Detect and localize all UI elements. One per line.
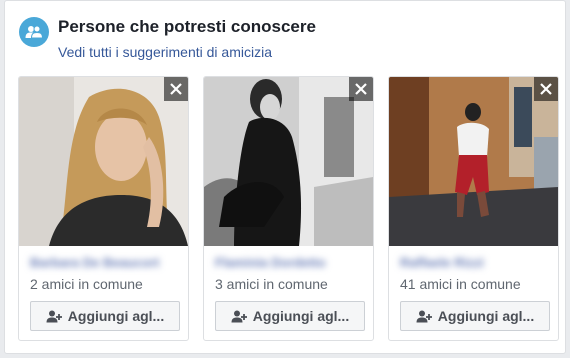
close-icon[interactable]	[349, 77, 373, 101]
see-all-suggestions-link[interactable]: Vedi tutti i suggerimenti di amicizia	[58, 44, 272, 60]
add-friend-button-label: Aggiungi agl...	[252, 308, 350, 324]
suggestion-card: Barbara De Beaucort 2 amici in comune Ag…	[18, 76, 189, 341]
suggestion-name[interactable]: Barbara De Beaucort	[30, 255, 159, 270]
add-friend-button[interactable]: Aggiungi agl...	[30, 301, 180, 331]
profile-photo[interactable]	[19, 77, 188, 246]
mutual-friends-count[interactable]: 2 amici in comune	[30, 276, 143, 292]
add-friend-button[interactable]: Aggiungi agl...	[400, 301, 550, 331]
add-friend-icon	[231, 310, 247, 322]
add-friend-icon	[416, 310, 432, 322]
add-friend-icon	[46, 310, 62, 322]
suggestion-card: Raffaele Rizzi 41 amici in comune Aggiun…	[388, 76, 559, 341]
add-friend-button-label: Aggiungi agl...	[67, 308, 165, 324]
people-you-may-know-panel: Persone che potresti conoscere Vedi tutt…	[4, 0, 566, 354]
panel-title: Persone che potresti conoscere	[58, 17, 316, 36]
mutual-friends-count[interactable]: 41 amici in comune	[400, 276, 521, 292]
suggestion-card: Flaminia Dordetto 3 amici in comune Aggi…	[203, 76, 374, 341]
mutual-friends-count[interactable]: 3 amici in comune	[215, 276, 328, 292]
profile-photo[interactable]	[389, 77, 558, 246]
people-icon	[19, 17, 49, 47]
suggestion-name[interactable]: Raffaele Rizzi	[400, 255, 484, 270]
add-friend-button[interactable]: Aggiungi agl...	[215, 301, 365, 331]
add-friend-button-label: Aggiungi agl...	[437, 308, 535, 324]
suggestion-name[interactable]: Flaminia Dordetto	[215, 255, 326, 270]
close-icon[interactable]	[164, 77, 188, 101]
profile-photo[interactable]	[204, 77, 373, 246]
close-icon[interactable]	[534, 77, 558, 101]
